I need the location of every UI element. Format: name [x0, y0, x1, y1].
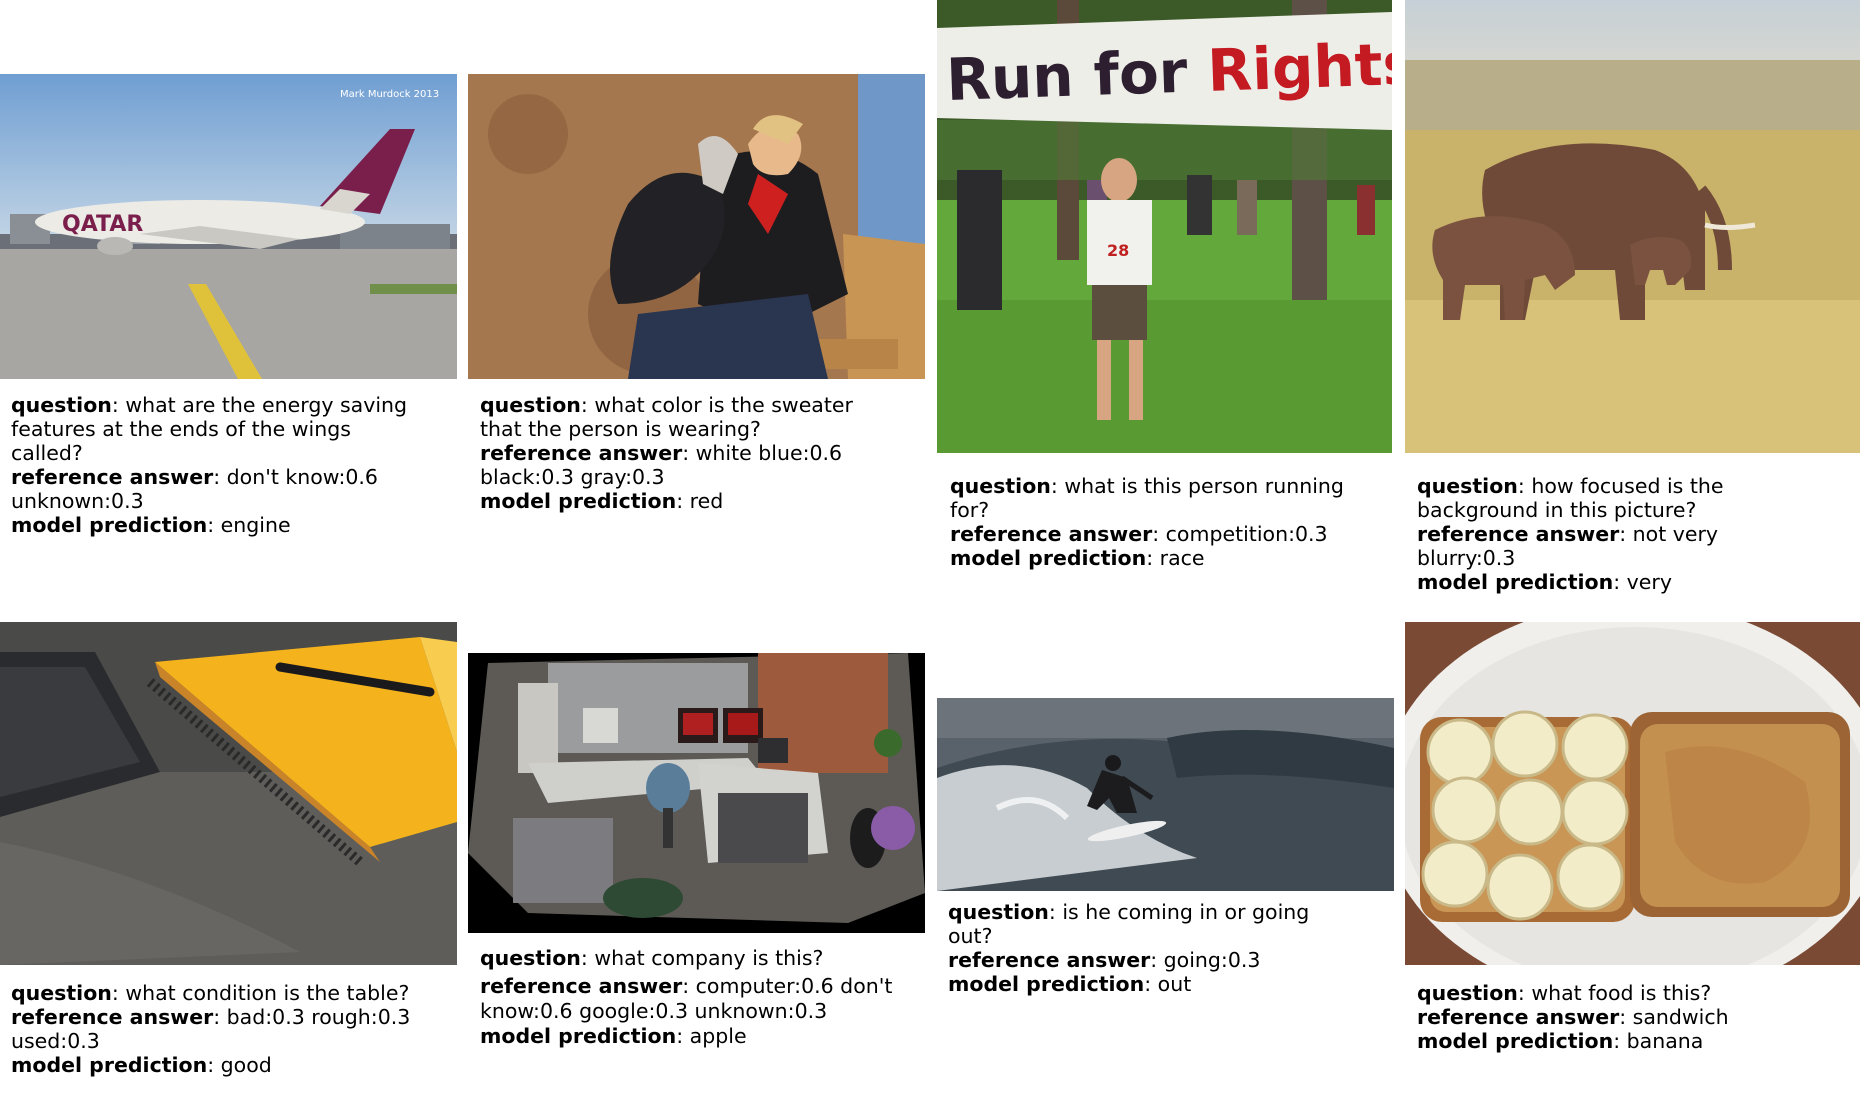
reference-row: reference answer: white blue:0.6 black:0…: [480, 441, 843, 489]
reference-text: competition:0.3: [1165, 522, 1328, 546]
banner-text-2: Rights: [1206, 30, 1392, 105]
reference-label: reference answer: [948, 948, 1151, 972]
reference-row: reference answer: sandwich: [1417, 1005, 1729, 1029]
question-row: question: what condition is the table?: [11, 981, 410, 1005]
caption-1: question: what are the energy saving fea…: [11, 393, 411, 537]
prediction-label: model prediction: [1417, 570, 1614, 594]
prediction-row: model prediction: good: [11, 1053, 272, 1077]
reference-row: reference answer: don't know:0.6 unknown…: [11, 465, 378, 513]
photo-woman-dog: [468, 74, 925, 379]
prediction-row: model prediction: banana: [1417, 1029, 1704, 1053]
reference-label: reference answer: [11, 1005, 214, 1029]
airline-logo-text: QATAR: [62, 212, 143, 237]
question-label: question: [11, 393, 112, 417]
banner-text-1: Run for: [945, 37, 1209, 114]
photo-runner-banner: 28 Run for Rights: [937, 0, 1392, 453]
caption-3: question: what is this person running fo…: [950, 474, 1350, 570]
caption-2: question: what color is the sweater that…: [480, 393, 880, 513]
prediction-text: good: [220, 1053, 272, 1077]
photo-elephants: [1405, 0, 1860, 453]
prediction-label: model prediction: [11, 513, 208, 537]
question-row: question: is he coming in or going out?: [948, 900, 1310, 948]
question-label: question: [950, 474, 1051, 498]
caption-7: question: is he coming in or going out? …: [948, 900, 1348, 996]
reference-row: reference answer: bad:0.3 rough:0.3 used…: [11, 1005, 411, 1053]
prediction-label: model prediction: [948, 972, 1145, 996]
prediction-label: model prediction: [1417, 1029, 1614, 1053]
photo-watermark: Mark Murdock 2013: [340, 89, 439, 100]
prediction-text: banana: [1626, 1029, 1704, 1053]
prediction-label: model prediction: [480, 489, 677, 513]
prediction-row: model prediction: out: [948, 972, 1192, 996]
question-label: question: [11, 981, 112, 1005]
reference-row: reference answer: not very blurry:0.3: [1417, 522, 1719, 570]
prediction-row: model prediction: engine: [11, 513, 291, 537]
question-label: question: [1417, 474, 1518, 498]
question-label: question: [1417, 981, 1518, 1005]
reference-label: reference answer: [480, 974, 683, 998]
question-text: what condition is the table?: [125, 981, 410, 1005]
prediction-text: very: [1626, 570, 1672, 594]
photo-notebook-table: [0, 622, 457, 965]
caption-8: question: what food is this? reference a…: [1417, 981, 1837, 1053]
question-row: question: what color is the sweater that…: [480, 393, 853, 441]
prediction-row: model prediction: red: [480, 489, 724, 513]
prediction-row: model prediction: race: [950, 546, 1205, 570]
photo-surfer: [937, 698, 1394, 891]
question-row: question: what is this person running fo…: [950, 474, 1344, 522]
prediction-row: model prediction: very: [1417, 570, 1672, 594]
reference-label: reference answer: [11, 465, 214, 489]
prediction-text: red: [689, 489, 724, 513]
caption-6: question: what company is this? referenc…: [480, 946, 900, 1048]
prediction-text: race: [1159, 546, 1205, 570]
caption-5: question: what condition is the table? r…: [11, 981, 411, 1077]
photo-airplane: QATAR Mark Murdock 2013: [0, 74, 457, 379]
reference-row: reference answer: going:0.3: [948, 948, 1261, 972]
question-row: question: what are the energy saving fea…: [11, 393, 408, 465]
prediction-text: out: [1157, 972, 1192, 996]
question-label: question: [948, 900, 1049, 924]
photo-office-cubicle: [468, 653, 925, 933]
question-text: what company is this?: [594, 946, 824, 970]
reference-text: going:0.3: [1163, 948, 1261, 972]
prediction-text: apple: [689, 1024, 747, 1048]
reference-row: reference answer: computer:0.6 don't kno…: [480, 974, 893, 1023]
reference-label: reference answer: [950, 522, 1153, 546]
reference-label: reference answer: [1417, 522, 1620, 546]
question-label: question: [480, 393, 581, 417]
question-row: question: how focused is the background …: [1417, 474, 1724, 522]
prediction-row: model prediction: apple: [480, 1024, 747, 1048]
prediction-label: model prediction: [11, 1053, 208, 1077]
question-label: question: [480, 946, 581, 970]
prediction-label: model prediction: [480, 1024, 677, 1048]
photo-banana-toast: [1405, 622, 1860, 965]
reference-label: reference answer: [480, 441, 683, 465]
reference-text: sandwich: [1632, 1005, 1729, 1029]
reference-label: reference answer: [1417, 1005, 1620, 1029]
question-text: what food is this?: [1531, 981, 1712, 1005]
shirt-number: 28: [1107, 241, 1129, 260]
question-row: question: what company is this?: [480, 946, 824, 970]
prediction-text: engine: [220, 513, 291, 537]
prediction-label: model prediction: [950, 546, 1147, 570]
caption-4: question: how focused is the background …: [1417, 474, 1817, 594]
reference-row: reference answer: competition:0.3: [950, 522, 1328, 546]
question-row: question: what food is this?: [1417, 981, 1712, 1005]
